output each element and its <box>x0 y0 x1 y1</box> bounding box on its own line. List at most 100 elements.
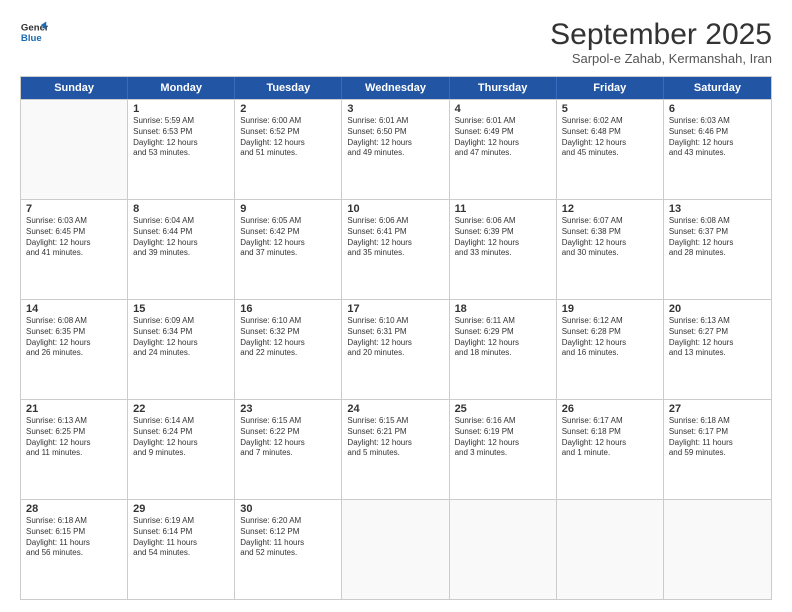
cell-info-line: and 37 minutes. <box>240 248 336 259</box>
calendar-cell: 11Sunrise: 6:06 AMSunset: 6:39 PMDayligh… <box>450 200 557 299</box>
calendar-cell: 10Sunrise: 6:06 AMSunset: 6:41 PMDayligh… <box>342 200 449 299</box>
weekday-header: Thursday <box>450 77 557 99</box>
cell-info-line: and 41 minutes. <box>26 248 122 259</box>
day-number: 20 <box>669 303 766 315</box>
cell-info-line: and 52 minutes. <box>240 548 336 559</box>
calendar-cell: 13Sunrise: 6:08 AMSunset: 6:37 PMDayligh… <box>664 200 771 299</box>
calendar-cell: 20Sunrise: 6:13 AMSunset: 6:27 PMDayligh… <box>664 300 771 399</box>
cell-info-line: Daylight: 11 hours <box>26 538 122 549</box>
calendar-row: 1Sunrise: 5:59 AMSunset: 6:53 PMDaylight… <box>21 99 771 199</box>
cell-info-line: and 54 minutes. <box>133 548 229 559</box>
cell-info-line: Sunrise: 6:05 AM <box>240 216 336 227</box>
weekday-header: Wednesday <box>342 77 449 99</box>
day-number: 19 <box>562 303 658 315</box>
day-number: 1 <box>133 103 229 115</box>
cell-info-line: Daylight: 12 hours <box>347 438 443 449</box>
weekday-header: Friday <box>557 77 664 99</box>
calendar-cell: 19Sunrise: 6:12 AMSunset: 6:28 PMDayligh… <box>557 300 664 399</box>
weekday-header: Monday <box>128 77 235 99</box>
cell-info-line: Sunset: 6:25 PM <box>26 427 122 438</box>
cell-info-line: Daylight: 12 hours <box>240 138 336 149</box>
cell-info-line: Daylight: 12 hours <box>562 438 658 449</box>
day-number: 5 <box>562 103 658 115</box>
day-number: 25 <box>455 403 551 415</box>
weekday-header: Tuesday <box>235 77 342 99</box>
cell-info-line: Daylight: 12 hours <box>455 138 551 149</box>
cell-info-line: Sunrise: 6:10 AM <box>240 316 336 327</box>
calendar-cell: 21Sunrise: 6:13 AMSunset: 6:25 PMDayligh… <box>21 400 128 499</box>
cell-info-line: Sunrise: 6:11 AM <box>455 316 551 327</box>
cell-info-line: Sunset: 6:41 PM <box>347 227 443 238</box>
cell-info-line: Sunset: 6:45 PM <box>26 227 122 238</box>
cell-info-line: Sunset: 6:35 PM <box>26 327 122 338</box>
day-number: 11 <box>455 203 551 215</box>
cell-info-line: and 59 minutes. <box>669 448 766 459</box>
day-number: 9 <box>240 203 336 215</box>
cell-info-line: Sunrise: 6:19 AM <box>133 516 229 527</box>
cell-info-line: Sunrise: 6:03 AM <box>26 216 122 227</box>
cell-info-line: Daylight: 12 hours <box>455 438 551 449</box>
cell-info-line: and 26 minutes. <box>26 348 122 359</box>
cell-info-line: Daylight: 12 hours <box>133 138 229 149</box>
cell-info-line: and 7 minutes. <box>240 448 336 459</box>
day-number: 18 <box>455 303 551 315</box>
calendar-cell: 12Sunrise: 6:07 AMSunset: 6:38 PMDayligh… <box>557 200 664 299</box>
calendar-cell: 17Sunrise: 6:10 AMSunset: 6:31 PMDayligh… <box>342 300 449 399</box>
calendar-cell: 26Sunrise: 6:17 AMSunset: 6:18 PMDayligh… <box>557 400 664 499</box>
cell-info-line: Sunset: 6:44 PM <box>133 227 229 238</box>
cell-info-line: Sunset: 6:42 PM <box>240 227 336 238</box>
calendar-cell: 16Sunrise: 6:10 AMSunset: 6:32 PMDayligh… <box>235 300 342 399</box>
day-number: 10 <box>347 203 443 215</box>
month-title: September 2025 <box>550 18 772 51</box>
cell-info-line: and 51 minutes. <box>240 148 336 159</box>
calendar-cell: 29Sunrise: 6:19 AMSunset: 6:14 PMDayligh… <box>128 500 235 599</box>
cell-info-line: and 20 minutes. <box>347 348 443 359</box>
calendar-cell: 8Sunrise: 6:04 AMSunset: 6:44 PMDaylight… <box>128 200 235 299</box>
day-number: 6 <box>669 103 766 115</box>
cell-info-line: Daylight: 12 hours <box>26 338 122 349</box>
calendar-cell: 22Sunrise: 6:14 AMSunset: 6:24 PMDayligh… <box>128 400 235 499</box>
cell-info-line: Sunset: 6:50 PM <box>347 127 443 138</box>
logo: General Blue <box>20 18 48 46</box>
day-number: 4 <box>455 103 551 115</box>
cell-info-line: Sunrise: 6:07 AM <box>562 216 658 227</box>
cell-info-line: Daylight: 12 hours <box>133 238 229 249</box>
cell-info-line: and 45 minutes. <box>562 148 658 159</box>
calendar-cell: 2Sunrise: 6:00 AMSunset: 6:52 PMDaylight… <box>235 100 342 199</box>
day-number: 7 <box>26 203 122 215</box>
cell-info-line: and 1 minute. <box>562 448 658 459</box>
cell-info-line: Sunset: 6:34 PM <box>133 327 229 338</box>
day-number: 23 <box>240 403 336 415</box>
cell-info-line: Sunset: 6:27 PM <box>669 327 766 338</box>
cell-info-line: Daylight: 12 hours <box>455 338 551 349</box>
svg-text:Blue: Blue <box>21 33 42 44</box>
day-number: 27 <box>669 403 766 415</box>
cell-info-line: and 47 minutes. <box>455 148 551 159</box>
cell-info-line: Sunset: 6:22 PM <box>240 427 336 438</box>
day-number: 24 <box>347 403 443 415</box>
cell-info-line: and 13 minutes. <box>669 348 766 359</box>
cell-info-line: Sunrise: 6:01 AM <box>455 116 551 127</box>
cell-info-line: Sunset: 6:49 PM <box>455 127 551 138</box>
cell-info-line: Daylight: 12 hours <box>347 138 443 149</box>
cell-info-line: Sunrise: 6:18 AM <box>669 416 766 427</box>
cell-info-line: and 49 minutes. <box>347 148 443 159</box>
cell-info-line: Sunset: 6:18 PM <box>562 427 658 438</box>
day-number: 3 <box>347 103 443 115</box>
calendar-cell: 6Sunrise: 6:03 AMSunset: 6:46 PMDaylight… <box>664 100 771 199</box>
weekday-header: Saturday <box>664 77 771 99</box>
cell-info-line: Sunset: 6:21 PM <box>347 427 443 438</box>
day-number: 26 <box>562 403 658 415</box>
cell-info-line: and 24 minutes. <box>133 348 229 359</box>
cell-info-line: and 18 minutes. <box>455 348 551 359</box>
cell-info-line: Sunset: 6:39 PM <box>455 227 551 238</box>
day-number: 15 <box>133 303 229 315</box>
cell-info-line: Daylight: 12 hours <box>669 338 766 349</box>
cell-info-line: Sunset: 6:29 PM <box>455 327 551 338</box>
header: General Blue September 2025 Sarpol-e Zah… <box>20 18 772 66</box>
cell-info-line: Sunset: 6:48 PM <box>562 127 658 138</box>
calendar-cell: 9Sunrise: 6:05 AMSunset: 6:42 PMDaylight… <box>235 200 342 299</box>
calendar-cell <box>664 500 771 599</box>
cell-info-line: Sunrise: 6:04 AM <box>133 216 229 227</box>
cell-info-line: Sunrise: 6:15 AM <box>240 416 336 427</box>
